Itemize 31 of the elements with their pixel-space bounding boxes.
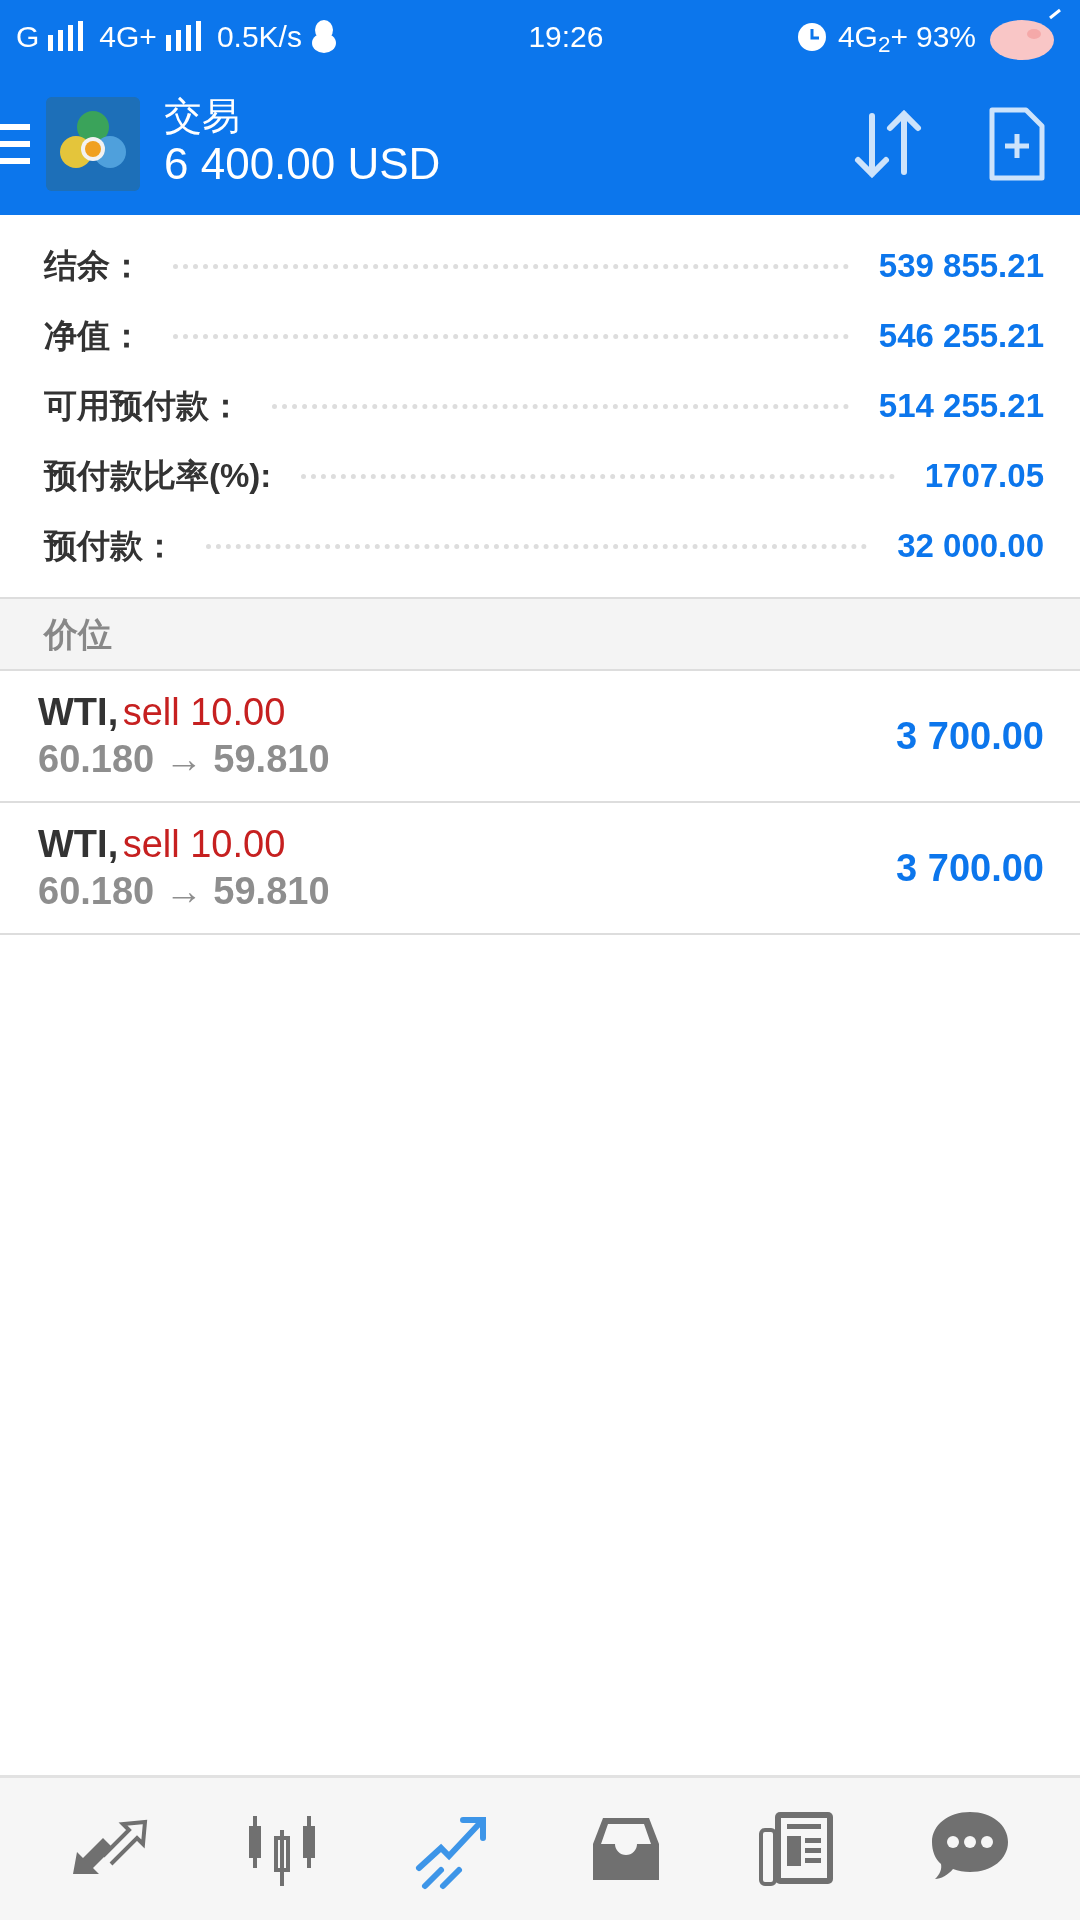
carrier-label: G [16,18,40,55]
time-label: 19:26 [528,19,604,53]
summary-label: 预付款： [44,526,176,567]
summary-value: 514 255.21 [878,386,1044,427]
position-symbol[interactable]: WTI, [38,822,119,865]
summary-label: 结余： [44,246,143,287]
signal-icon [164,21,201,51]
network-label: 4G+ [99,18,157,55]
signal-icon [47,21,84,51]
position-profit[interactable]: 3 700.00 [896,707,1044,765]
balance-label: 6 400.00 USD [164,138,442,190]
position-order[interactable]: sell 10.00 [122,822,286,865]
summary-label: 净值： [44,316,143,357]
screen-title: 交易 [164,96,241,138]
position-order[interactable]: sell 10.00 [122,690,286,733]
summary-value: 539 855.21 [878,246,1044,287]
position-symbol[interactable]: WTI, [38,690,119,733]
summary-label: 预付款比率(%): [44,456,272,497]
penguin-icon [309,19,338,53]
summary-value: 546 255.21 [878,316,1044,357]
network-label: 4G$_{2}$+ [837,18,908,59]
position-prices[interactable]: 60.180 → 59.810 [38,736,897,784]
position-prices[interactable]: 60.180 → 59.810 [38,868,897,916]
menu-icon[interactable] [0,121,30,166]
summary-value: 1707.05 [924,456,1044,497]
summary-value: 32 000.00 [897,526,1044,567]
summary-label: 可用预付款： [44,386,242,427]
position-profit[interactable]: 3 700.00 [896,839,1044,897]
section-title: 价位 [44,613,112,655]
speed-label: 0.5K/s [216,18,302,55]
battery-label: 93% [915,18,976,55]
